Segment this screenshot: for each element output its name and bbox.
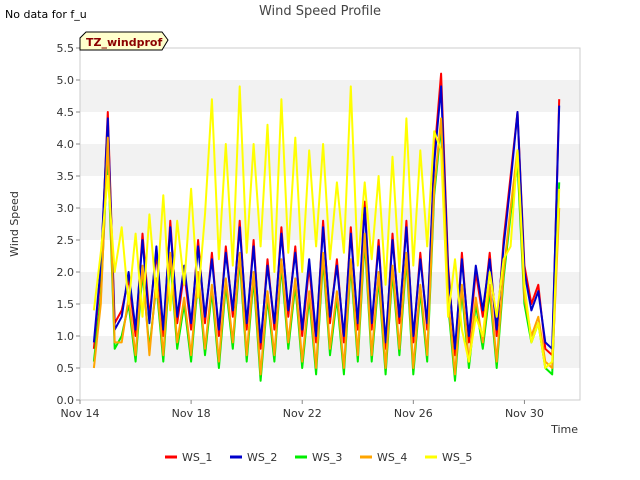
wind-speed-chart: 0.0 0.5 1.0 1.5 2.0 2.5 3.0 3.5 4.0 4.5 5.0 5.5 Nov… bbox=[5, 4, 581, 464]
y-tick-label: 4.5 bbox=[57, 106, 75, 119]
y-tick-label: 5.0 bbox=[57, 74, 75, 87]
no-data-note: No data for f_u bbox=[5, 8, 87, 21]
y-axis-ticks: 0.0 0.5 1.0 1.5 2.0 2.5 3.0 3.5 4.0 4.5 5.0 5.5 bbox=[57, 42, 80, 407]
legend-label: WS_2 bbox=[247, 451, 277, 464]
x-tick-label: Nov 30 bbox=[505, 407, 544, 420]
legend-label: WS_3 bbox=[312, 451, 342, 464]
grid-band bbox=[80, 144, 580, 176]
y-tick-label: 3.5 bbox=[57, 170, 75, 183]
y-tick-label: 2.5 bbox=[57, 234, 75, 247]
x-axis-label: Time bbox=[550, 423, 578, 436]
x-axis-ticks: Nov 14 Nov 18 Nov 22 Nov 26 Nov 30 bbox=[61, 400, 544, 420]
y-tick-label: 1.0 bbox=[57, 330, 75, 343]
y-tick-label: 4.0 bbox=[57, 138, 75, 151]
legend-label: WS_1 bbox=[182, 451, 212, 464]
y-tick-label: 3.0 bbox=[57, 202, 75, 215]
y-tick-label: 1.5 bbox=[57, 298, 75, 311]
legend-label: WS_5 bbox=[442, 451, 472, 464]
x-tick-label: Nov 14 bbox=[61, 407, 100, 420]
y-axis-label: Wind Speed bbox=[8, 191, 21, 257]
x-tick-label: Nov 18 bbox=[172, 407, 211, 420]
legend-label: WS_4 bbox=[377, 451, 407, 464]
legend: WS_1 WS_2 WS_3 WS_4 WS_5 bbox=[165, 451, 472, 464]
x-tick-label: Nov 26 bbox=[394, 407, 433, 420]
y-tick-label: 0.0 bbox=[57, 394, 75, 407]
y-tick-label: 5.5 bbox=[57, 42, 75, 55]
site-badge: TZ_windprof bbox=[79, 31, 169, 51]
chart-title: Wind Speed Profile bbox=[259, 4, 381, 19]
x-tick-label: Nov 22 bbox=[283, 407, 322, 420]
grid-band bbox=[80, 80, 580, 112]
y-tick-label: 0.5 bbox=[57, 362, 75, 375]
y-tick-label: 2.0 bbox=[57, 266, 75, 279]
site-badge-label: TZ_windprof bbox=[86, 36, 162, 49]
